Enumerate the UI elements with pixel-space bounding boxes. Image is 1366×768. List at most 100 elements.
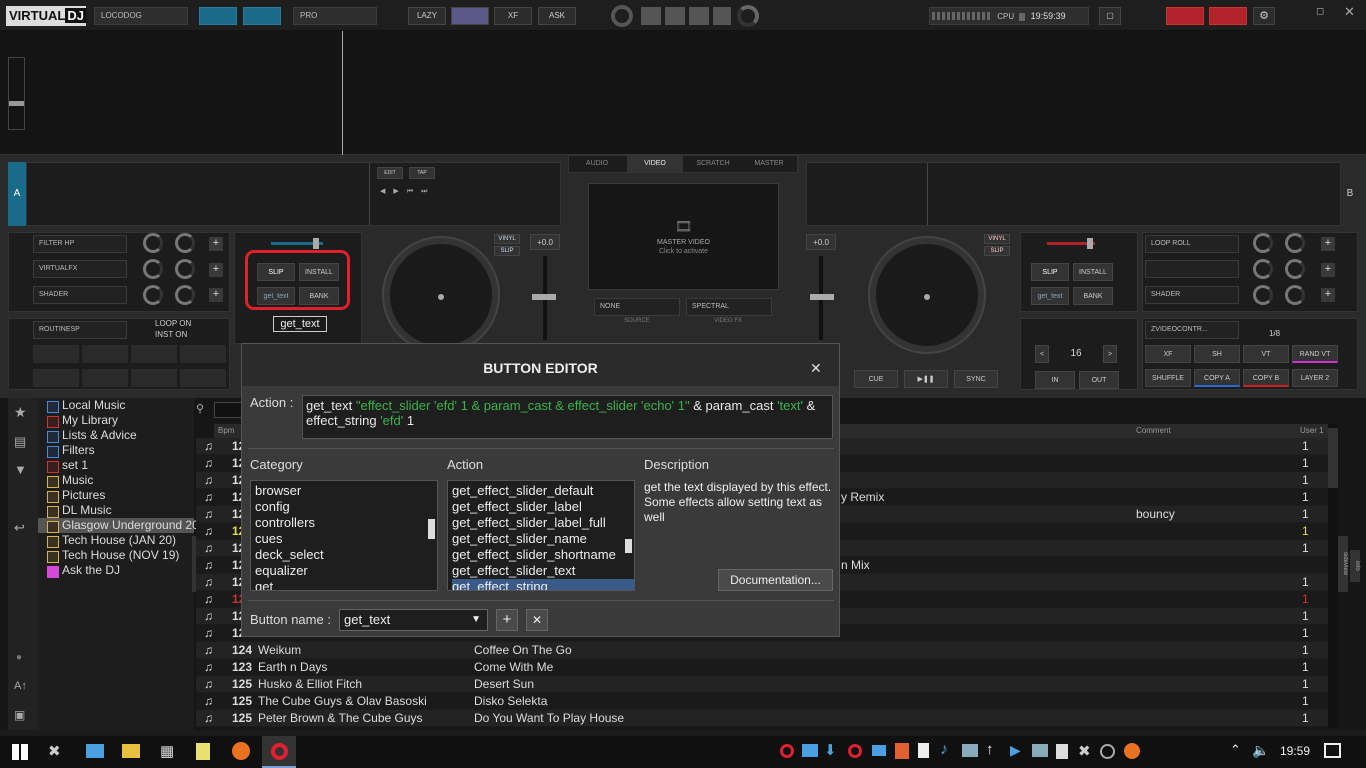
fx3-add-button[interactable]: +: [209, 288, 223, 302]
deck-b-fx1-knob-1[interactable]: [1253, 233, 1273, 253]
action-scrollbar[interactable]: [625, 539, 632, 553]
pad-row-1[interactable]: [33, 345, 229, 363]
deck-b-fx1-add-button[interactable]: +: [1321, 237, 1335, 251]
tree-item[interactable]: Filters: [38, 443, 194, 458]
tree-item[interactable]: Glasgow Underground 2019: [38, 518, 212, 533]
category-item[interactable]: deck_select: [255, 547, 437, 563]
category-item[interactable]: browser: [255, 483, 437, 499]
tray-firefox-icon[interactable]: [1124, 743, 1140, 759]
tray-vdj2-icon[interactable]: [848, 744, 862, 758]
user-account[interactable]: LOCODOG: [94, 7, 188, 25]
deck-b-jogwheel[interactable]: [870, 238, 984, 352]
record-button[interactable]: [1209, 7, 1247, 25]
loop-double-button[interactable]: >: [1103, 345, 1117, 363]
pad-row-2[interactable]: [33, 369, 229, 387]
action-item[interactable]: get_effect_string: [452, 579, 634, 590]
loop-out-button[interactable]: OUT: [1079, 371, 1119, 389]
video-control-select[interactable]: ZVIDEOCONTR...: [1145, 321, 1239, 339]
deck-b-bank-button[interactable]: BANK: [1073, 287, 1113, 305]
deck-b-custom-slider-handle[interactable]: [1087, 238, 1093, 249]
filter-icon[interactable]: ▼: [14, 462, 27, 477]
play-pause-button[interactable]: ▶❚❚: [904, 370, 948, 388]
tray-vdj-icon[interactable]: [780, 744, 794, 758]
tray-close-icon[interactable]: ✖: [1078, 742, 1091, 760]
fx3-select[interactable]: SHADER: [33, 286, 127, 304]
master-button-1[interactable]: [199, 7, 237, 25]
info-tab[interactable]: info: [1350, 550, 1360, 582]
tray-obs-icon[interactable]: [1100, 744, 1115, 759]
close-app-icon[interactable]: ✖: [48, 742, 61, 760]
fx2-knob-1[interactable]: [143, 259, 163, 279]
firefox-icon[interactable]: [232, 742, 250, 760]
virtualdj-taskbar-icon[interactable]: [262, 736, 296, 768]
deck-b-get-text-button[interactable]: get_text: [1031, 287, 1069, 305]
column-user1[interactable]: User 1: [1300, 426, 1324, 435]
action-item[interactable]: get_effect_slider_label_full: [452, 515, 634, 531]
action-item[interactable]: get_effect_slider_default: [452, 483, 634, 499]
deck-a-overview[interactable]: EDIT TAP ◀▶⏮⏭: [26, 162, 561, 226]
table-row[interactable]: ♫ 123 Earth n Days Come With Me 1: [196, 659, 1328, 676]
deck-b-slip-small-button[interactable]: SLIP: [984, 246, 1010, 256]
pad-vt[interactable]: VT: [1243, 345, 1289, 363]
tree-item[interactable]: Ask the DJ: [38, 563, 194, 578]
master-video-preview[interactable]: 🎞 MASTER VIDEO Click to activate: [588, 183, 779, 290]
fullscreen-icon[interactable]: ◻: [1316, 6, 1324, 17]
custom-slider-handle[interactable]: [313, 238, 319, 249]
tree-item[interactable]: Tech House (NOV 19): [38, 548, 194, 563]
notepad-icon[interactable]: [196, 743, 210, 760]
deck-b-fx3-knob-1[interactable]: [1253, 285, 1273, 305]
loop-half-button[interactable]: <: [1035, 345, 1049, 363]
tree-item[interactable]: set 1: [38, 458, 194, 473]
tree-item[interactable]: DL Music: [38, 503, 194, 518]
tray-keyboard-icon[interactable]: [872, 745, 886, 756]
tree-item[interactable]: Local Music: [38, 398, 194, 413]
routine-select[interactable]: ROUTINESP: [33, 321, 127, 339]
deck-b-fx2-add-button[interactable]: +: [1321, 263, 1335, 277]
window-icon[interactable]: ▣: [14, 708, 25, 722]
notification-icon[interactable]: [1324, 743, 1341, 758]
deck-b-fx2-select[interactable]: [1145, 260, 1239, 278]
tray-file-icon[interactable]: [918, 743, 929, 758]
tab-audio[interactable]: AUDIO: [569, 156, 625, 172]
tray-play-icon[interactable]: ▶: [1010, 742, 1021, 759]
pad-copy-a[interactable]: COPY A: [1194, 369, 1240, 387]
fx3-knob-2[interactable]: [175, 285, 195, 305]
tray-display-icon[interactable]: [962, 744, 978, 757]
tray-app-icon[interactable]: [895, 743, 909, 759]
deck-a-slip-small-button[interactable]: SLIP: [494, 246, 520, 256]
table-row[interactable]: ♫ 125 Husko & Elliot Fitch Desert Sun 1: [196, 676, 1328, 693]
edit-button[interactable]: EDIT: [377, 167, 403, 179]
browser-scrollbar[interactable]: [1328, 424, 1338, 728]
column-comment[interactable]: Comment: [1136, 426, 1171, 435]
category-item[interactable]: config: [255, 499, 437, 515]
fx1-knob-2[interactable]: [175, 233, 195, 253]
action-script-input[interactable]: get_text "effect_slider 'efd' 1 & param_…: [302, 395, 833, 439]
deck-b-fx2-knob-1[interactable]: [1253, 259, 1273, 279]
fx3-knob-1[interactable]: [143, 285, 163, 305]
table-row[interactable]: ♫ 125 The Cube Guys & Olav Basoski Disko Se…: [196, 693, 1328, 710]
action-item[interactable]: get_effect_slider_text: [452, 563, 634, 579]
tree-item[interactable]: Lists & Advice: [38, 428, 194, 443]
action-item[interactable]: get_effect_slider_label: [452, 499, 634, 515]
volume-icon[interactable]: 🔈: [1252, 742, 1269, 759]
master-button-2[interactable]: [243, 7, 281, 25]
tray-clipboard-icon[interactable]: [1056, 744, 1068, 759]
sync-button[interactable]: SYNC: [954, 370, 998, 388]
tab-scratch[interactable]: SCRATCH: [685, 156, 741, 172]
deck-b-overview[interactable]: [806, 162, 1341, 226]
fx1-add-button[interactable]: +: [209, 237, 223, 251]
deck-b-fx3-select[interactable]: SHADER: [1145, 286, 1239, 304]
file-explorer-icon[interactable]: [122, 744, 140, 758]
headphone-knob[interactable]: [737, 5, 759, 27]
video-fx-select[interactable]: SPECTRAL: [686, 298, 772, 316]
pad-shuffle[interactable]: SHUFFLE: [1145, 369, 1191, 387]
fx2-knob-2[interactable]: [175, 259, 195, 279]
button-name-select[interactable]: get_text ▼: [339, 609, 488, 631]
tree-item[interactable]: My Library: [38, 413, 194, 428]
master-volume-knob[interactable]: [611, 5, 633, 27]
broadcast-button[interactable]: [1166, 7, 1204, 25]
pad-xf[interactable]: XF: [1145, 345, 1191, 363]
category-item[interactable]: equalizer: [255, 563, 437, 579]
add-button[interactable]: +: [496, 609, 518, 631]
pad-layer-2[interactable]: LAYER 2: [1292, 369, 1338, 387]
